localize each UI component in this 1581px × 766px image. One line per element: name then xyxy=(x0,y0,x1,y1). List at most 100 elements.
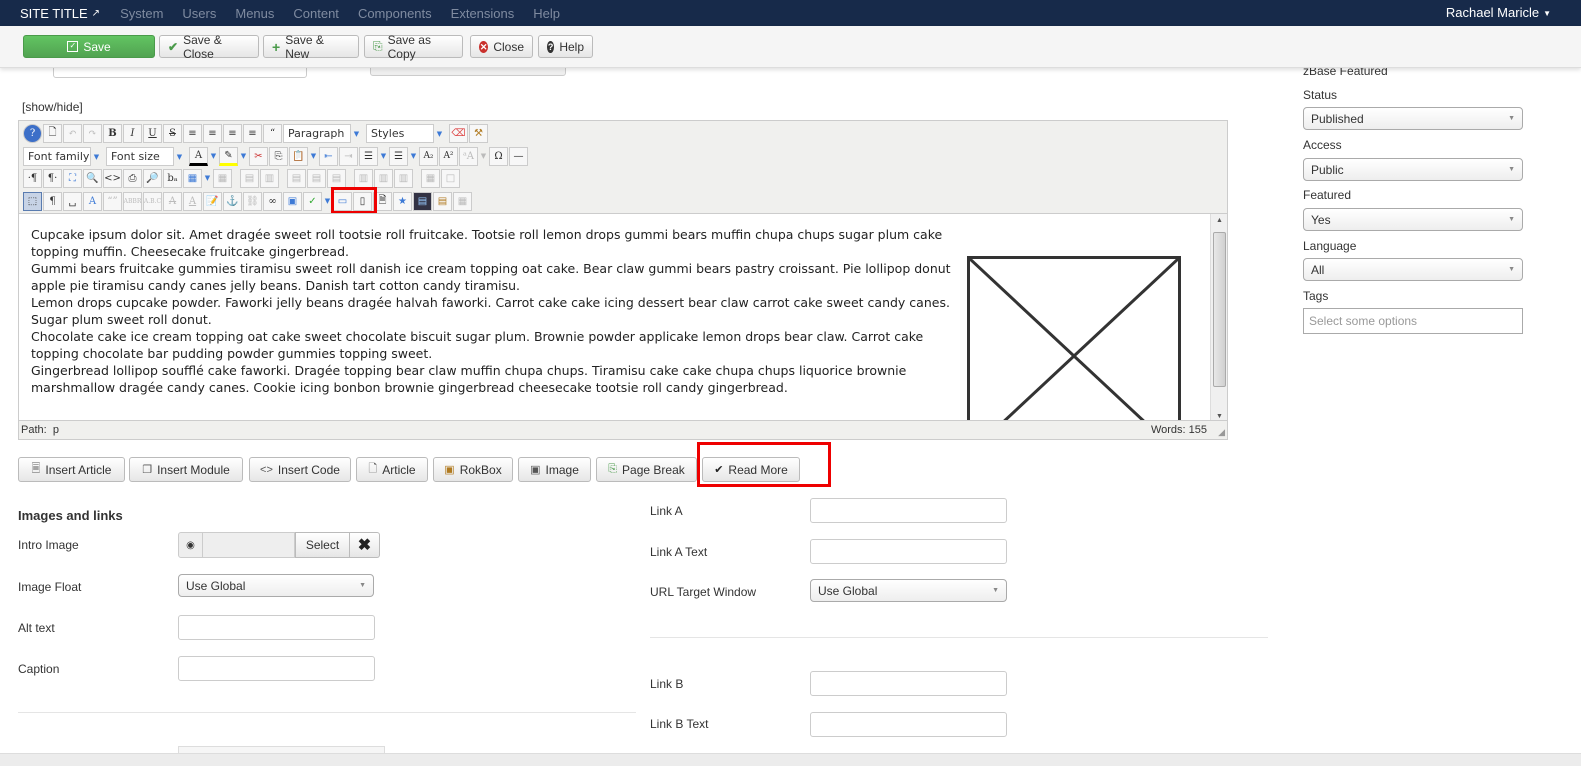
align-center-icon[interactable]: ≡ xyxy=(203,123,222,143)
paste-icon[interactable]: 📋 xyxy=(289,146,308,166)
menu-system[interactable]: System xyxy=(120,6,163,21)
scroll-up-icon[interactable]: ▲ xyxy=(1211,217,1227,224)
character-map-icon[interactable]: ᵃA xyxy=(459,146,478,166)
delete-row-icon[interactable]: ▤ xyxy=(327,168,346,188)
insert-image-icon[interactable]: ★ xyxy=(393,191,412,211)
redo-icon[interactable]: ↷ xyxy=(83,123,102,143)
close-button[interactable]: ✕ Close xyxy=(470,35,533,58)
menu-content[interactable]: Content xyxy=(293,6,339,21)
italic-icon[interactable]: I xyxy=(123,123,142,143)
rokbox-button[interactable]: ▣ RokBox xyxy=(433,457,513,482)
save-as-copy-button[interactable]: ⎘ Save as Copy xyxy=(364,33,463,61)
image-float-select[interactable]: Use Global ▼ xyxy=(178,574,374,597)
code-icon[interactable]: <> xyxy=(103,168,122,188)
image-placeholder[interactable] xyxy=(967,256,1181,420)
eye-preview-icon[interactable]: ◉ xyxy=(178,532,203,558)
path-value[interactable]: p xyxy=(53,424,59,436)
delete-table-icon[interactable]: ▦ xyxy=(213,168,232,188)
anchor-icon[interactable]: ⚓ xyxy=(223,191,242,211)
styles-select[interactable]: Styles ▼ xyxy=(366,123,442,143)
dropdown-arrow-icon[interactable]: ▼ xyxy=(203,169,212,188)
user-menu[interactable]: Rachael Maricle ▼ xyxy=(1446,5,1551,20)
table-icon[interactable]: ▦ xyxy=(183,168,202,188)
insertion-icon[interactable]: A xyxy=(183,191,202,211)
horizontal-rule-icon[interactable]: — xyxy=(509,146,528,166)
style-props-icon[interactable]: A xyxy=(83,191,102,211)
indent-icon[interactable]: ⇥ xyxy=(339,146,358,166)
page-break-button[interactable]: ⎘ Page Break xyxy=(596,457,697,482)
menu-components[interactable]: Components xyxy=(358,6,432,21)
user-name[interactable]: Rachael Maricle xyxy=(1446,5,1539,20)
article-button[interactable]: 🗋 Article xyxy=(356,457,428,482)
menu-users[interactable]: Users xyxy=(182,6,216,21)
tags-input[interactable]: Select some options xyxy=(1303,308,1523,334)
align-justify-icon[interactable]: ≡ xyxy=(183,123,202,143)
abbreviation-icon[interactable]: ABBR xyxy=(123,191,142,211)
dropdown-arrow-icon[interactable]: ▼ xyxy=(379,147,388,166)
site-title[interactable]: SITE TITLE xyxy=(20,6,88,21)
outdent-icon[interactable]: ⇤ xyxy=(319,146,338,166)
show-hide-editor-link[interactable]: [show/hide] xyxy=(22,100,83,114)
show-blocks-icon[interactable]: ¶ xyxy=(43,191,62,211)
insert-col-before-icon[interactable]: ▥ xyxy=(354,168,373,188)
print-icon[interactable]: ⎙ xyxy=(123,168,142,188)
insert-row-after-icon[interactable]: ▤ xyxy=(307,168,326,188)
underline-icon[interactable]: U xyxy=(143,123,162,143)
merge-cells-icon[interactable]: □ xyxy=(441,168,460,188)
undo-icon[interactable]: ↶ xyxy=(63,123,82,143)
dropdown-arrow-icon[interactable]: ▼ xyxy=(209,147,218,166)
delete-col-icon[interactable]: ▥ xyxy=(394,168,413,188)
unlink-icon[interactable]: ⛓ xyxy=(243,191,262,211)
align-right-icon[interactable]: ≡ xyxy=(243,123,262,143)
resize-grip-icon[interactable]: ◢ xyxy=(1218,427,1225,438)
nonbreaking-icon[interactable]: ␣ xyxy=(63,191,82,211)
strikethrough-icon[interactable]: S xyxy=(163,123,182,143)
menu-help[interactable]: Help xyxy=(533,6,560,21)
dropdown-arrow-icon[interactable]: ▼ xyxy=(309,147,318,166)
image-icon[interactable]: ▣ xyxy=(283,191,302,211)
preview-icon[interactable]: 🔍 xyxy=(83,168,102,188)
cite-icon[interactable]: “” xyxy=(103,191,122,211)
attributes-icon[interactable]: 📝 xyxy=(203,191,222,211)
cleanup-brush-icon[interactable]: ⚒ xyxy=(469,123,488,143)
bullet-list-icon[interactable]: ☰ xyxy=(389,146,408,166)
highlight-color-icon[interactable]: ✎ xyxy=(219,146,238,166)
dropdown-arrow-icon[interactable]: ▼ xyxy=(239,147,248,166)
font-size-select[interactable]: Font size ▼ xyxy=(106,146,182,166)
alt-text-input[interactable] xyxy=(178,615,375,640)
text-color-icon[interactable]: A xyxy=(189,146,208,166)
clear-image-button[interactable]: ✖ xyxy=(350,532,380,558)
site-title-link[interactable]: SITE TITLE ↗ xyxy=(20,6,100,21)
menu-menus[interactable]: Menus xyxy=(235,6,274,21)
language-select[interactable]: All ▼ xyxy=(1303,258,1523,281)
search-icon[interactable]: 🔎 xyxy=(143,168,162,188)
format-select[interactable]: Paragraph ▼ xyxy=(283,123,359,143)
cut-icon[interactable]: ✂ xyxy=(249,146,268,166)
save-close-button[interactable]: ✔ Save & Close xyxy=(159,33,259,61)
deletion-icon[interactable]: A xyxy=(163,191,182,211)
replace-icon[interactable]: bₐ xyxy=(163,168,182,188)
acronym-icon[interactable]: A.B.C xyxy=(143,191,162,211)
link-a-text-input[interactable] xyxy=(810,539,1007,564)
row-props-icon[interactable]: ▤ xyxy=(240,168,259,188)
status-select[interactable]: Published ▼ xyxy=(1303,107,1523,130)
insert-code-button[interactable]: <> Insert Code xyxy=(249,457,351,482)
save-button[interactable]: ✓ Save xyxy=(23,35,155,58)
cell-props-icon[interactable]: ▥ xyxy=(260,168,279,188)
dropdown-arrow-icon[interactable]: ▼ xyxy=(479,147,488,166)
special-char-icon[interactable]: Ω xyxy=(489,146,508,166)
select-image-button[interactable]: Select xyxy=(295,532,350,558)
ltr-icon[interactable]: ·¶ xyxy=(23,168,42,188)
rtl-icon[interactable]: ¶· xyxy=(43,168,62,188)
url-target-select[interactable]: Use Global ▼ xyxy=(810,579,1007,602)
link-b-text-input[interactable] xyxy=(810,712,1007,737)
fullscreen-icon[interactable]: ⛶ xyxy=(63,168,82,188)
blockquote-icon[interactable]: “ xyxy=(263,123,282,143)
subscript-icon[interactable]: A₂ xyxy=(419,146,438,166)
insert-row-before-icon[interactable]: ▤ xyxy=(287,168,306,188)
link-a-input[interactable] xyxy=(810,498,1007,523)
media-icon[interactable]: ▤ xyxy=(413,191,432,211)
link-icon[interactable]: ∞ xyxy=(263,191,282,211)
dropdown-arrow-icon[interactable]: ▼ xyxy=(409,147,418,166)
featured-select[interactable]: Yes ▼ xyxy=(1303,208,1523,231)
